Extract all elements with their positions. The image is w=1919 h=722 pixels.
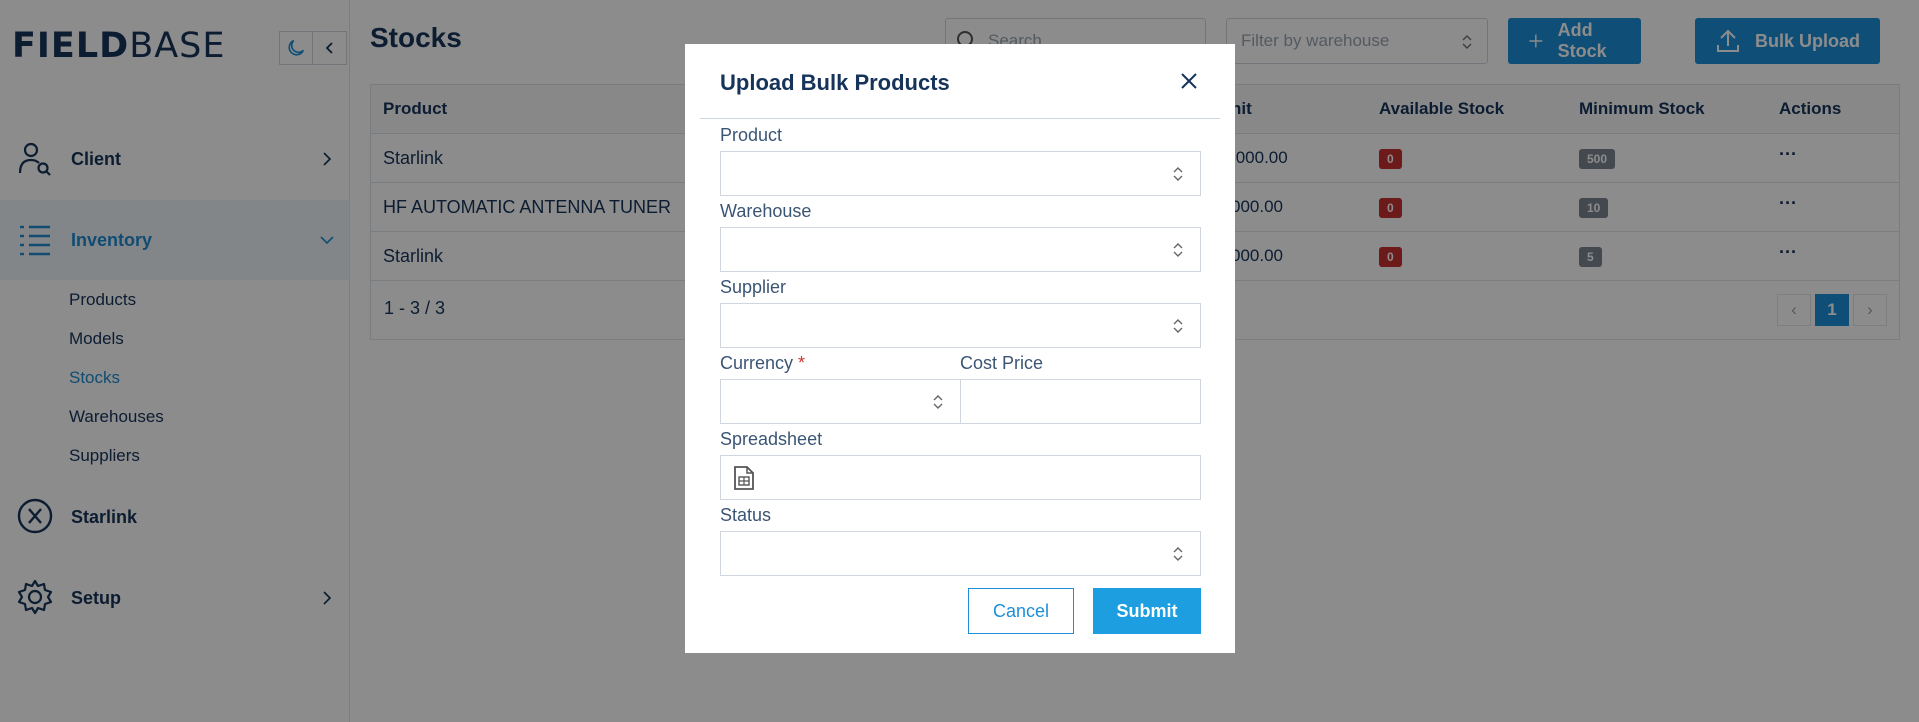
select-arrows-icon [1173, 167, 1183, 181]
cost-price-input[interactable] [960, 379, 1201, 424]
spreadsheet-icon [734, 466, 754, 490]
select-arrows-icon [1173, 547, 1183, 561]
warehouse-select[interactable] [720, 227, 1201, 272]
modal-title: Upload Bulk Products [720, 70, 950, 95]
supplier-select[interactable] [720, 303, 1201, 348]
cost-price-label: Cost Price [960, 353, 1044, 373]
submit-button[interactable]: Submit [1093, 588, 1201, 634]
close-icon[interactable] [1179, 71, 1199, 91]
currency-label: Currency * [720, 353, 806, 373]
modal-divider [700, 118, 1220, 119]
spreadsheet-label: Spreadsheet [720, 429, 823, 449]
product-select[interactable] [720, 151, 1201, 196]
status-label: Status [720, 505, 772, 525]
upload-bulk-products-modal: Upload Bulk Products Product Warehouse S… [685, 44, 1235, 653]
warehouse-label: Warehouse [720, 201, 812, 221]
currency-select[interactable] [720, 379, 961, 424]
status-select[interactable] [720, 531, 1201, 576]
select-arrows-icon [1173, 243, 1183, 257]
select-arrows-icon [1173, 319, 1183, 333]
required-asterisk: * [798, 353, 806, 373]
select-arrows-icon [933, 395, 943, 409]
cancel-button[interactable]: Cancel [968, 588, 1074, 634]
product-label: Product [720, 125, 783, 145]
supplier-label: Supplier [720, 277, 787, 297]
spreadsheet-file-input[interactable] [720, 455, 1201, 500]
